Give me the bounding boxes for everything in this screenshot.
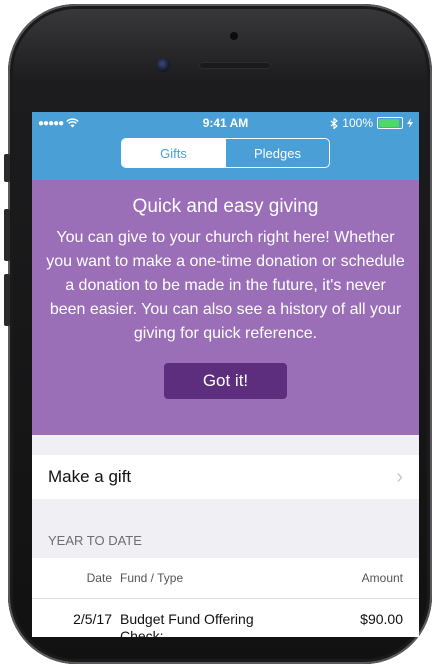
table-header: Date Fund / Type Amount [32,558,419,599]
chevron-right-icon: › [396,465,403,488]
row-fund-name: Budget Fund Offering [120,611,254,627]
status-time: 9:41 AM [202,116,249,130]
section-header-year-to-date: YEAR TO DATE [48,533,142,548]
tab-gifts[interactable]: Gifts [122,139,225,167]
proximity-sensor [230,32,238,40]
row-fund-type: Check: [120,628,164,637]
tab-pledges[interactable]: Pledges [225,139,329,167]
gifts-pledges-segmented-control: Gifts Pledges [121,138,330,168]
earpiece-speaker [199,62,271,69]
mute-switch [4,154,10,182]
front-camera [156,58,170,72]
make-gift-row[interactable]: Make a gift › [32,455,419,499]
column-amount: Amount [361,571,403,585]
make-gift-label: Make a gift [48,467,132,486]
info-banner: Quick and easy giving You can give to yo… [32,180,419,435]
volume-down-button [4,274,10,326]
row-fund: Budget Fund Offering Check: [120,611,329,637]
volume-up-button [4,209,10,261]
nav-bar: Gifts Pledges [32,134,419,180]
column-date: Date [86,571,112,585]
giving-history-table: Date Fund / Type Amount 2/5/17 Budget Fu… [32,558,419,637]
table-row[interactable]: 2/5/17 Budget Fund Offering Check: $90.0… [32,599,419,637]
row-date: 2/5/17 [73,611,112,627]
battery-icon [377,117,403,129]
status-bar: ●●●●● 9:41 AM 100% [32,112,419,134]
banner-title: Quick and easy giving [132,196,319,217]
row-amount: $90.00 [360,611,403,627]
got-it-button[interactable]: Got it! [164,363,287,399]
app-screen: ●●●●● 9:41 AM 100% Gifts Pledges Quick a… [32,112,419,637]
column-fund-type: Fund / Type [120,571,184,585]
banner-body: You can give to your church right here! … [46,229,405,342]
